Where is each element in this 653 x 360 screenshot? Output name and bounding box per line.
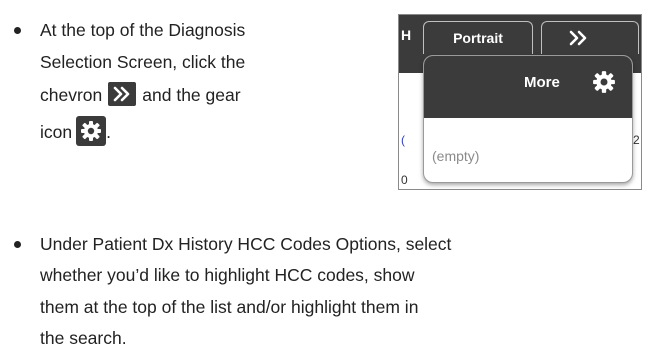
- screenshot-image: H Portrait ( 0 2 More (empty): [398, 14, 642, 190]
- bullet-2: [14, 241, 21, 248]
- tab-h[interactable]: H: [401, 27, 411, 43]
- tab-portrait[interactable]: Portrait: [423, 21, 533, 54]
- bullet-1: [14, 27, 21, 34]
- step2-line4: the search.: [40, 328, 127, 348]
- step1-line4-text: icon: [40, 122, 73, 142]
- chevron-double-right-icon: [569, 30, 587, 46]
- gear-icon: [76, 116, 107, 146]
- chevron-double-right-icon: [108, 82, 137, 106]
- stub-left-1: (: [401, 133, 405, 147]
- step1-line3-after: and the gear: [142, 85, 241, 105]
- gear-icon[interactable]: [592, 70, 616, 99]
- more-popup: More (empty): [423, 55, 633, 183]
- step1-line3-before: chevron: [40, 85, 103, 105]
- step1-line4: icon.: [40, 116, 111, 147]
- popup-empty-text: (empty): [432, 148, 480, 164]
- stub-left-2: 0: [401, 173, 408, 187]
- chevron-tab[interactable]: [541, 21, 639, 54]
- stub-right: 2: [633, 133, 640, 147]
- popup-title: More: [524, 74, 560, 91]
- step1-line4-period: .: [106, 122, 111, 142]
- step2-line1: Under Patient Dx History HCC Codes Optio…: [40, 234, 452, 254]
- step1-line3: chevron and the gear: [40, 81, 241, 110]
- step1-line1: At the top of the Diagnosis: [40, 20, 246, 40]
- step1-line2: Selection Screen, click the: [40, 52, 246, 72]
- step2-line3: them at the top of the list and/or highl…: [40, 297, 419, 317]
- step2-line2: whether you’d like to highlight HCC code…: [40, 265, 415, 285]
